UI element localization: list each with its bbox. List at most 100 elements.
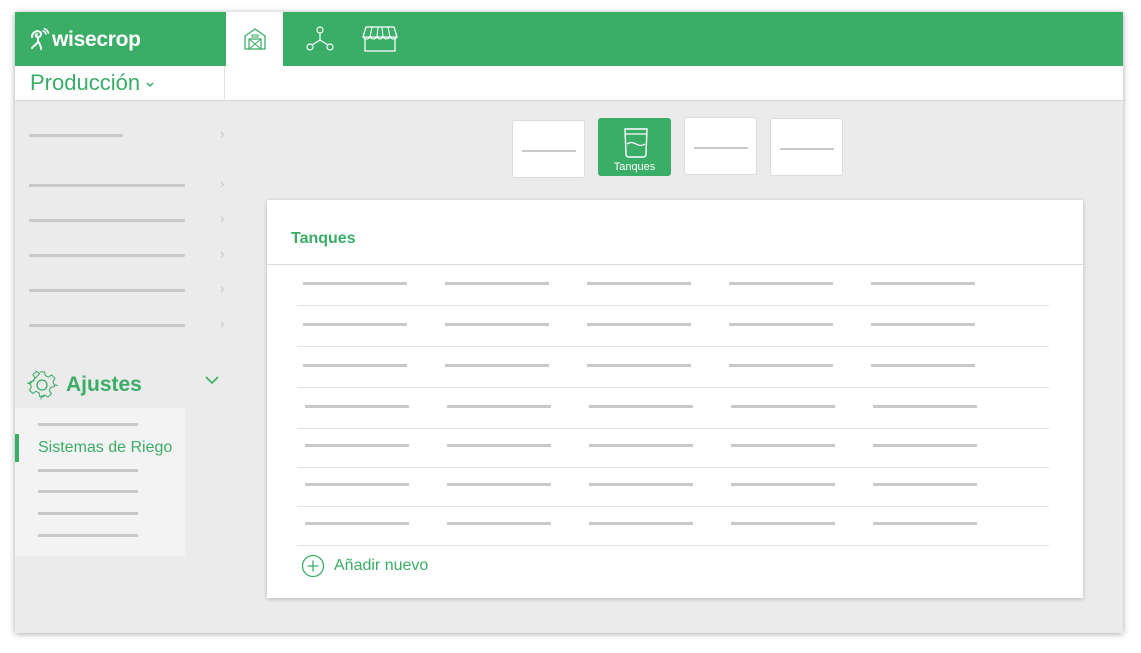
table-cell bbox=[587, 364, 691, 367]
chevron-right-icon: › bbox=[220, 316, 225, 331]
chevron-right-icon: › bbox=[220, 176, 225, 191]
placeholder-line bbox=[38, 423, 138, 426]
table-cell bbox=[871, 282, 975, 285]
nav-tab-production[interactable] bbox=[226, 12, 283, 66]
farm-house-icon bbox=[243, 28, 266, 50]
tanks-card: Tanques Añadir nuevo bbox=[267, 200, 1083, 598]
table-cell bbox=[303, 282, 407, 285]
placeholder-line bbox=[38, 469, 138, 472]
nav-tab-network[interactable] bbox=[302, 12, 338, 66]
table-cell bbox=[873, 405, 977, 408]
section-selector-label: Producción bbox=[30, 69, 141, 95]
chevron-down-icon[interactable] bbox=[204, 374, 220, 386]
section-selector[interactable]: Producción bbox=[15, 66, 225, 99]
table-cell bbox=[303, 323, 407, 326]
category-tile[interactable] bbox=[684, 117, 757, 175]
table-cell bbox=[303, 364, 407, 367]
app-window: wisecrop Producción › › › › › › Ajustes … bbox=[15, 12, 1123, 633]
table-cell bbox=[731, 483, 835, 486]
table-cell bbox=[731, 405, 835, 408]
sidebar-item[interactable]: › bbox=[29, 245, 229, 265]
chevron-right-icon: › bbox=[220, 126, 225, 141]
settings-label: Ajustes bbox=[66, 373, 142, 396]
table-cell bbox=[589, 483, 693, 486]
table-cell bbox=[731, 522, 835, 525]
placeholder-line bbox=[29, 324, 185, 327]
table-row[interactable] bbox=[297, 306, 1049, 347]
table-row[interactable] bbox=[297, 505, 1049, 546]
placeholder-line bbox=[694, 147, 748, 149]
table-cell bbox=[871, 323, 975, 326]
tile-label: Tanques bbox=[613, 161, 656, 173]
table-cell bbox=[729, 364, 833, 367]
add-new-label: Añadir nuevo bbox=[334, 557, 429, 574]
table-cell bbox=[305, 522, 409, 525]
sidebar-item-irrigation-systems[interactable]: Sistemas de Riego bbox=[38, 439, 172, 457]
table-cell bbox=[729, 282, 833, 285]
table-cell bbox=[871, 364, 975, 367]
table-row[interactable] bbox=[297, 466, 1049, 507]
category-tile-tanks[interactable]: Tanques bbox=[598, 118, 671, 176]
table-cell bbox=[731, 444, 835, 447]
table-cell bbox=[305, 444, 409, 447]
table-cell bbox=[305, 483, 409, 486]
sidebar-item[interactable]: › bbox=[29, 280, 229, 300]
brand-name: wisecrop bbox=[52, 28, 141, 51]
settings-section-header[interactable]: Ajustes bbox=[26, 368, 226, 402]
placeholder-line bbox=[29, 254, 185, 257]
placeholder-line bbox=[29, 289, 185, 292]
network-nodes-icon bbox=[306, 26, 334, 51]
chevron-down-icon bbox=[146, 81, 154, 87]
active-indicator bbox=[15, 434, 19, 462]
table-cell bbox=[873, 444, 977, 447]
table-cell bbox=[589, 444, 693, 447]
placeholder-line bbox=[38, 512, 138, 515]
table-cell bbox=[587, 282, 691, 285]
table-cell bbox=[445, 323, 549, 326]
table-cell bbox=[589, 405, 693, 408]
table-cell bbox=[447, 522, 551, 525]
category-tile[interactable] bbox=[770, 118, 843, 176]
table-cell bbox=[445, 364, 549, 367]
table-cell bbox=[447, 444, 551, 447]
plus-circle-icon bbox=[301, 554, 325, 578]
sidebar-item[interactable]: › bbox=[29, 210, 229, 230]
placeholder-line bbox=[29, 134, 123, 137]
table-cell bbox=[445, 282, 549, 285]
table-row[interactable] bbox=[297, 427, 1049, 468]
table-cell bbox=[447, 483, 551, 486]
table-row[interactable] bbox=[297, 388, 1049, 429]
settings-submenu: Sistemas de Riego bbox=[15, 408, 185, 556]
table-row[interactable] bbox=[297, 265, 1049, 306]
table-cell bbox=[587, 323, 691, 326]
placeholder-line bbox=[522, 150, 576, 152]
table-cell bbox=[305, 405, 409, 408]
tank-icon bbox=[624, 128, 648, 158]
placeholder-line bbox=[780, 148, 834, 150]
table-cell bbox=[873, 483, 977, 486]
placeholder-line bbox=[29, 184, 185, 187]
table-cell bbox=[589, 522, 693, 525]
card-title: Tanques bbox=[291, 230, 356, 247]
nav-tab-market[interactable] bbox=[357, 12, 403, 66]
sidebar-item[interactable]: › bbox=[29, 125, 229, 145]
placeholder-line bbox=[29, 219, 185, 222]
table-cell bbox=[873, 522, 977, 525]
chevron-right-icon: › bbox=[220, 211, 225, 226]
gear-icon bbox=[26, 370, 58, 400]
table-cell bbox=[729, 323, 833, 326]
market-stall-icon bbox=[362, 26, 398, 52]
wisecrop-logo[interactable]: wisecrop bbox=[29, 26, 141, 54]
add-new-button[interactable]: Añadir nuevo bbox=[301, 554, 428, 578]
placeholder-line bbox=[38, 534, 138, 537]
sidebar: › › › › › › Ajustes Sistemas de Riego bbox=[15, 100, 225, 633]
sidebar-item[interactable]: › bbox=[29, 175, 229, 195]
wisecrop-logo-icon bbox=[31, 28, 50, 50]
chevron-right-icon: › bbox=[220, 281, 225, 296]
category-tile[interactable] bbox=[512, 120, 585, 178]
sidebar-item[interactable]: › bbox=[29, 315, 229, 335]
top-bar: wisecrop bbox=[15, 12, 1123, 66]
chevron-right-icon: › bbox=[220, 246, 225, 261]
table-row[interactable] bbox=[297, 347, 1049, 388]
placeholder-line bbox=[38, 490, 138, 493]
